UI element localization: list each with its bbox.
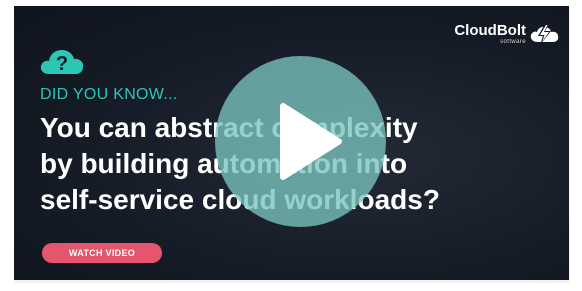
cloudbolt-logo-icon: [530, 24, 559, 45]
brand-logo: CloudBolt software: [454, 22, 563, 46]
watch-video-button[interactable]: WATCH VIDEO: [42, 243, 162, 263]
svg-text:?: ?: [56, 53, 68, 75]
did-you-know-label: DID YOU KNOW...: [40, 86, 178, 103]
question-cloud-icon: ?: [40, 50, 84, 75]
logo-tagline: software: [500, 38, 526, 45]
logo-name: CloudBolt: [454, 21, 526, 39]
play-icon: [280, 103, 342, 180]
video-thumbnail[interactable]: CloudBolt software ? DID YOU KNOW... You…: [14, 6, 569, 280]
play-button[interactable]: [215, 56, 386, 227]
logo-text: CloudBolt software: [454, 21, 526, 46]
